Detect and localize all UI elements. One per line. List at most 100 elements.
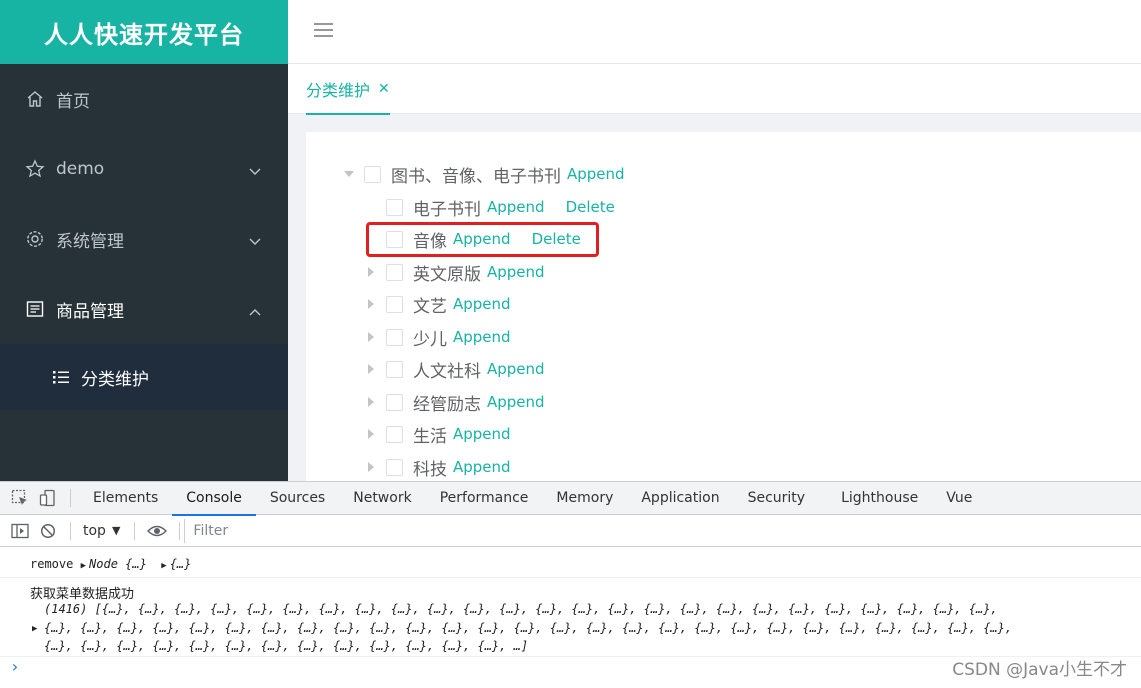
tree-checkbox[interactable] xyxy=(386,425,403,443)
console-message: 获取菜单数据成功 xyxy=(30,587,135,602)
sidebar-item-system[interactable]: 系统管理 xyxy=(0,204,288,274)
devtools-tab-memory[interactable]: Memory xyxy=(542,482,627,515)
tree-node-root[interactable]: 图书、音像、电子书刊 Append xyxy=(343,162,643,187)
close-icon[interactable]: ✕ xyxy=(378,81,390,97)
devtools-tab-performance[interactable]: Performance xyxy=(426,482,543,515)
tree-node-label: 电子书刊 xyxy=(413,199,481,220)
tree-node-label: 经管励志 xyxy=(413,394,481,415)
append-button[interactable]: Append xyxy=(567,165,625,183)
console-toolbar: top ▼ Filter xyxy=(0,515,1141,547)
sidebar-item-category[interactable]: 分类维护 xyxy=(0,344,288,410)
sidebar-item-label: 系统管理 xyxy=(56,231,124,252)
caret-right-icon[interactable] xyxy=(365,461,377,473)
document-icon xyxy=(24,298,46,320)
chevron-down-icon xyxy=(248,162,262,182)
watermark: CSDN @Java小生不才 xyxy=(952,660,1127,680)
caret-right-icon[interactable] xyxy=(365,363,377,375)
star-icon xyxy=(24,158,46,180)
tree-node[interactable]: 科技 Append xyxy=(365,455,529,480)
tree-checkbox[interactable] xyxy=(386,198,403,216)
hamburger-menu-icon[interactable] xyxy=(313,21,335,43)
clear-console-icon[interactable] xyxy=(34,514,62,547)
devtools-tab-vue[interactable]: Vue xyxy=(932,482,986,515)
devtools-tab-application[interactable]: Application xyxy=(627,482,733,515)
devtools-tab-security[interactable]: Security xyxy=(734,482,820,515)
tab-category[interactable]: 分类维护 ✕ xyxy=(306,64,390,115)
tree-node-label: 生活 xyxy=(413,426,447,447)
context-label: top xyxy=(83,522,106,539)
console-array-preview: {…}, {…}, {…}, {…}, {…}, {…}, {…}, {…}, … xyxy=(44,621,1013,635)
tree-node[interactable]: 文艺 Append xyxy=(365,292,529,317)
caret-right-icon[interactable] xyxy=(365,396,377,408)
devtools-panel: Elements Console Sources Network Perform… xyxy=(0,481,1141,688)
expand-triangle-icon: ▶ xyxy=(161,561,167,571)
sidebar-toggle-icon[interactable] xyxy=(6,514,34,547)
append-button[interactable]: Append xyxy=(453,295,511,313)
sidebar-item-label: 商品管理 xyxy=(56,301,124,322)
tab-active-indicator xyxy=(306,113,390,115)
tree-node-label: 英文原版 xyxy=(413,264,481,285)
tree-checkbox[interactable] xyxy=(386,458,403,476)
tree-node[interactable]: 生活 Append xyxy=(365,422,529,447)
list-icon xyxy=(50,366,72,388)
expand-triangle-icon: ▶ xyxy=(80,561,87,571)
caret-down-icon[interactable] xyxy=(343,168,355,180)
submenu-products: 分类维护 xyxy=(0,344,288,410)
home-icon xyxy=(24,88,46,110)
eye-icon[interactable] xyxy=(143,514,171,547)
append-button[interactable]: Append xyxy=(487,263,545,281)
console-prompt-icon[interactable]: › xyxy=(10,657,20,676)
context-selector[interactable]: top ▼ xyxy=(83,523,120,539)
devtools-tab-sources[interactable]: Sources xyxy=(256,482,339,515)
app-logo[interactable]: 人人快速开发平台 xyxy=(0,0,288,64)
append-button[interactable]: Append xyxy=(487,360,545,378)
sidebar: 人人快速开发平台 首页 demo 系统管理 商品管理 分类维护 xyxy=(0,0,288,481)
gear-icon xyxy=(24,228,46,250)
tree-checkbox[interactable] xyxy=(386,393,403,411)
caret-right-icon[interactable] xyxy=(365,428,377,440)
tree-checkbox[interactable] xyxy=(386,360,403,378)
caret-right-icon[interactable] xyxy=(365,266,377,278)
app-window: 人人快速开发平台 首页 demo 系统管理 商品管理 分类维护 分类维护 ✕ 图… xyxy=(0,0,1141,481)
tabs-bar: 分类维护 ✕ xyxy=(288,64,1141,115)
caret-right-icon[interactable] xyxy=(365,331,377,343)
console-array-preview[interactable]: (1416) [{…}, {…}, {…}, {…}, {…}, {…}, {…… xyxy=(44,602,998,616)
tree-node-label: 文艺 xyxy=(413,296,447,317)
append-button[interactable]: Append xyxy=(453,328,511,346)
tab-label: 分类维护 xyxy=(306,81,371,100)
devtools-tab-network[interactable]: Network xyxy=(339,482,425,515)
inspect-element-icon[interactable] xyxy=(6,482,34,515)
append-button[interactable]: Append xyxy=(487,198,545,216)
tree-checkbox[interactable] xyxy=(364,165,381,183)
tree-node[interactable]: 电子书刊 Append Delete xyxy=(365,195,633,220)
device-toolbar-icon[interactable] xyxy=(34,482,62,515)
devtools-tab-lighthouse[interactable]: Lighthouse xyxy=(827,482,932,515)
tree-checkbox[interactable] xyxy=(386,263,403,281)
append-button[interactable]: Append xyxy=(453,458,511,476)
devtools-tab-console[interactable]: Console xyxy=(172,482,256,516)
devtools-tab-bar: Elements Console Sources Network Perform… xyxy=(0,482,1141,516)
filter-input[interactable]: Filter xyxy=(184,518,1084,543)
console-array-preview: {…}, {…}, {…}, {…}, {…}, {…}, {…}, {…}, … xyxy=(44,639,529,653)
tree-checkbox[interactable] xyxy=(386,295,403,313)
sidebar-item-label: 分类维护 xyxy=(81,369,149,390)
tree-node-label: 科技 xyxy=(413,459,447,480)
tree-node[interactable]: 少儿 Append xyxy=(365,325,529,350)
expand-triangle-icon[interactable]: ▶ xyxy=(32,624,37,634)
append-button[interactable]: Append xyxy=(453,425,511,443)
tree-checkbox[interactable] xyxy=(386,328,403,346)
sidebar-item-home[interactable]: 首页 xyxy=(0,64,288,134)
tree-node[interactable]: 英文原版 Append xyxy=(365,260,563,285)
delete-button[interactable]: Delete xyxy=(566,198,615,216)
sidebar-item-demo[interactable]: demo xyxy=(0,134,288,204)
tree-node[interactable]: 经管励志 Append xyxy=(365,390,563,415)
append-button[interactable]: Append xyxy=(487,393,545,411)
console-message[interactable]: remove ▶ Node {…} ▶ {…} xyxy=(30,557,191,571)
tree-node[interactable]: 人文社科 Append xyxy=(365,357,563,382)
devtools-tab-elements[interactable]: Elements xyxy=(79,482,172,515)
chevron-down-icon xyxy=(248,232,262,252)
caret-right-icon[interactable] xyxy=(365,298,377,310)
red-highlight-box xyxy=(366,222,599,257)
chevron-up-icon xyxy=(248,302,262,322)
sidebar-item-products[interactable]: 商品管理 xyxy=(0,274,288,344)
